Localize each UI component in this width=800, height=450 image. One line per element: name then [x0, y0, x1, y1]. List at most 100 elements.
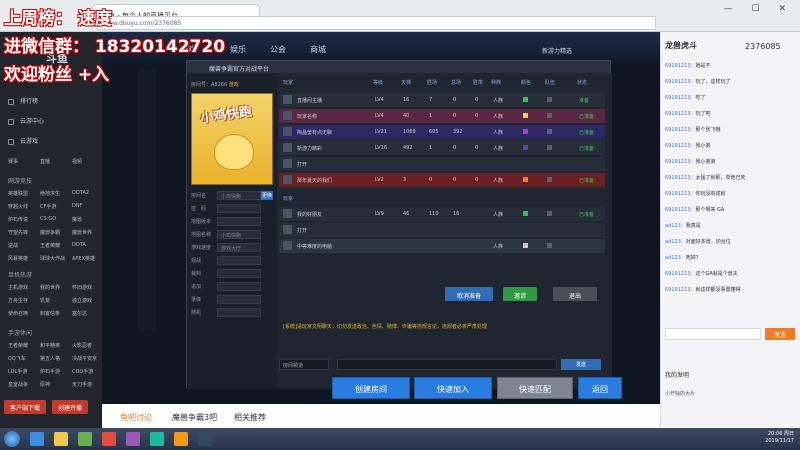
chat-username[interactable]: 69191213： [665, 159, 695, 165]
tab-related[interactable]: 相关推荐 [234, 412, 266, 423]
open-stream-button[interactable]: 创建开播 [52, 400, 89, 414]
category-link[interactable]: 魔兽世界 [72, 229, 92, 236]
ie-icon[interactable] [30, 432, 44, 446]
folder-icon[interactable] [54, 432, 68, 446]
player-row[interactable]: 打开 [279, 157, 605, 171]
category-link[interactable]: 方舟生存 [8, 297, 28, 304]
nav-item-guild[interactable]: 公会 [270, 44, 286, 55]
field-input[interactable]: 游戏大厅 [217, 243, 261, 252]
back-button[interactable]: 返回 [578, 377, 622, 399]
category-link[interactable]: LOL手游 [8, 368, 27, 375]
app-icon[interactable] [174, 432, 188, 446]
window-controls[interactable]: — ☐ ✕ [724, 4, 794, 14]
player-color-swatch[interactable] [523, 177, 528, 182]
player-row[interactable]: 我的好朋友 LV9 46 110 16 人族 已准备 [279, 207, 605, 221]
cancel-ready-button[interactable]: 取消准备 [445, 287, 493, 301]
field-input[interactable] [217, 282, 261, 291]
exit-button[interactable]: 退出 [553, 287, 597, 301]
field-input[interactable] [217, 217, 261, 226]
category-link[interactable]: 球球大作战 [40, 255, 65, 262]
chat-send-button[interactable]: 发送 [765, 328, 795, 340]
category-link[interactable]: QQ飞车 [8, 355, 26, 362]
sidebar-item-cloud[interactable]: 云游中心 [8, 116, 44, 125]
category-link[interactable]: 绝地求生 [40, 190, 60, 197]
clock[interactable]: 20:06 周日 2019/11/17 [765, 431, 794, 445]
chat-username[interactable]: 69191213： [665, 79, 695, 85]
field-input[interactable] [217, 256, 261, 265]
field-input[interactable] [217, 204, 261, 213]
player-row[interactable]: 玩家名称 LV4 40 1 0 0 人族 已准备 [279, 109, 605, 123]
field-input[interactable] [217, 308, 261, 317]
quick-match-button[interactable]: 快速匹配 [497, 377, 573, 399]
change-map-button[interactable]: 更换 [261, 191, 273, 200]
category-link[interactable]: 使命召唤 [8, 310, 28, 317]
chat-username[interactable]: 69191213： [665, 95, 695, 101]
category-link[interactable]: CF手游 [40, 203, 56, 210]
category-link[interactable]: 第五人格 [40, 355, 60, 362]
tab-fishbar[interactable]: 鱼吧讨论 [120, 412, 152, 423]
category-link[interactable]: 王者荣耀 [8, 342, 28, 349]
category-link[interactable]: 炉石传说 [8, 216, 28, 223]
category-link[interactable]: 饥荒 [40, 297, 50, 304]
category-link[interactable]: 皇室战争 [8, 381, 28, 388]
player-color-swatch[interactable] [523, 129, 528, 134]
category-link[interactable]: 决战平安京 [72, 355, 97, 362]
team-swatch[interactable] [547, 211, 552, 216]
category-link[interactable]: DNF [72, 203, 82, 209]
player-row[interactable]: 打开 [279, 223, 605, 237]
category-link[interactable]: DOTA [72, 242, 86, 248]
chat-username[interactable]: ad123： [665, 239, 686, 245]
app-icon[interactable] [102, 432, 116, 446]
category-link[interactable]: 天刀手游 [72, 381, 92, 388]
chat-username[interactable]: 69191213： [665, 111, 695, 117]
chat-username[interactable]: 69191213： [665, 143, 695, 149]
category-link[interactable]: 火影忍者 [72, 342, 92, 349]
category-link[interactable]: 炉石手游 [40, 368, 60, 375]
category-link[interactable]: 魔兽争霸 [40, 229, 60, 236]
tab-warcraft-bar[interactable]: 魔兽争霸3吧 [172, 412, 217, 423]
app-icon[interactable] [198, 432, 212, 446]
chat-username[interactable]: 69191213： [665, 63, 695, 69]
category-link[interactable]: CS:GO [40, 216, 56, 222]
chat-username[interactable]: 69191213： [665, 127, 695, 133]
category-link[interactable]: APEX英雄 [72, 255, 95, 262]
chat-username[interactable]: 69191213： [665, 191, 695, 197]
team-swatch[interactable] [547, 129, 552, 134]
nav-item-entertainment[interactable]: 娱乐 [230, 44, 246, 55]
chat-input[interactable] [337, 359, 557, 370]
category-link[interactable]: DOTA2 [72, 190, 89, 196]
category-link[interactable]: 主机游戏 [8, 284, 28, 291]
media-icon[interactable] [78, 432, 92, 446]
category-link[interactable]: 我的世界 [40, 284, 60, 291]
start-button[interactable] [4, 431, 20, 447]
player-color-swatch[interactable] [523, 97, 528, 102]
category-link[interactable]: 守望先锋 [8, 229, 28, 236]
chat-username[interactable]: ad123： [665, 255, 686, 261]
send-button[interactable]: 发送 [561, 359, 601, 370]
quick-link[interactable]: 直播 [40, 158, 50, 165]
field-input[interactable] [217, 295, 261, 304]
category-link[interactable]: 穿越火线 [8, 203, 28, 210]
sidebar-item-cloudgame[interactable]: 云游戏 [8, 136, 38, 145]
nav-item-shop[interactable]: 商城 [310, 44, 326, 55]
category-link[interactable]: 风暴英雄 [8, 255, 28, 262]
category-link[interactable]: 逆战 [8, 242, 18, 249]
team-swatch[interactable] [547, 243, 552, 248]
player-color-swatch[interactable] [523, 113, 528, 118]
field-input[interactable]: 小鸡快跑 [217, 191, 261, 200]
team-swatch[interactable] [547, 113, 552, 118]
sidebar-item-rank[interactable]: 排行榜 [8, 96, 38, 105]
chat-username[interactable]: 69191213： [665, 271, 695, 277]
category-link[interactable]: 原神 [40, 381, 50, 388]
category-link[interactable]: 魔兽 [72, 216, 82, 223]
create-room-button[interactable]: 创建房间 [332, 377, 410, 399]
invite-button[interactable]: 邀请 [503, 287, 537, 301]
category-link[interactable]: 和平精英 [40, 342, 60, 349]
category-link[interactable]: 怀旧游戏 [72, 284, 92, 291]
field-input[interactable] [217, 269, 261, 278]
player-color-swatch[interactable] [523, 243, 528, 248]
chat-username[interactable]: 69191213： [665, 175, 695, 181]
team-swatch[interactable] [547, 145, 552, 150]
player-row[interactable]: 陶晶莹有点无聊 LV21 1069 605 392 人族 已准备 [279, 125, 605, 139]
chat-username[interactable]: 69191213： [665, 287, 695, 293]
